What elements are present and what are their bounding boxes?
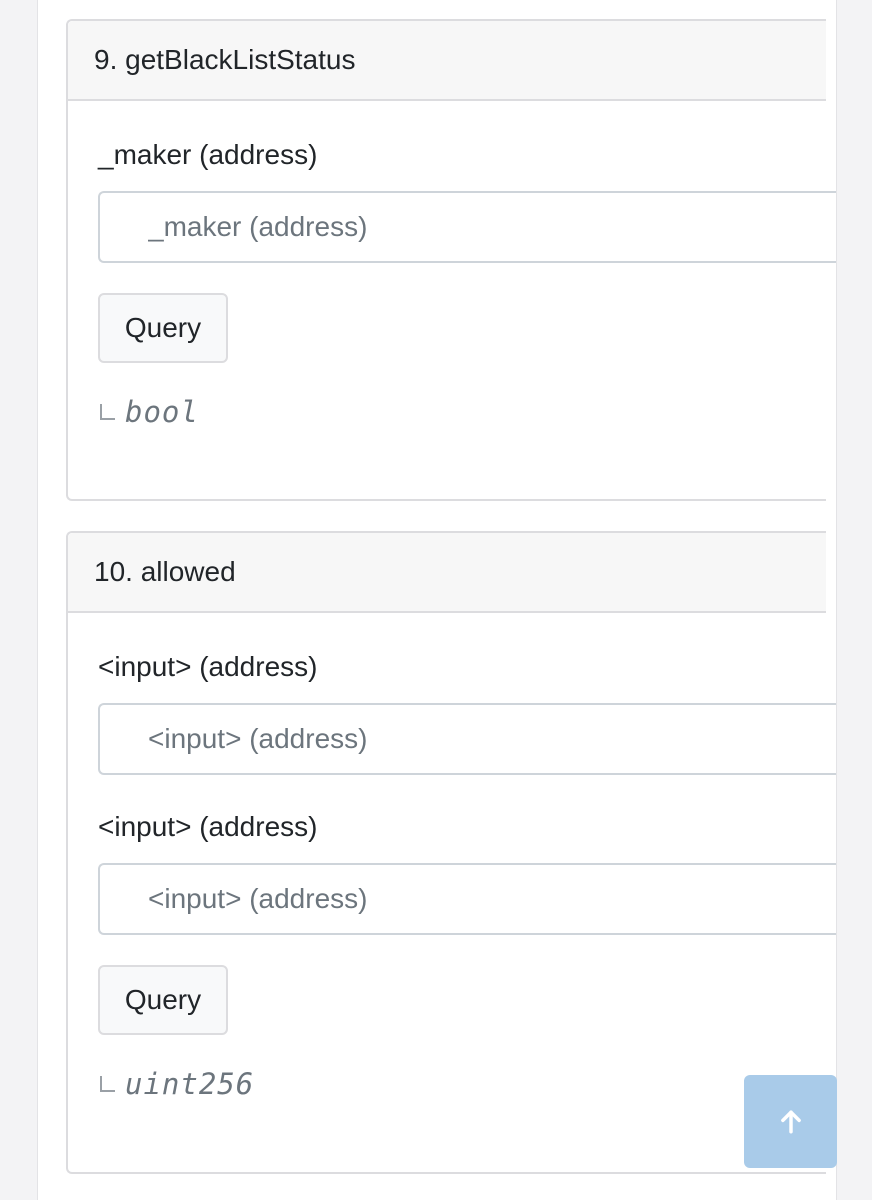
- scroll-to-top-button[interactable]: [744, 1075, 837, 1168]
- return-arrow-icon: [100, 404, 115, 420]
- function-title: 10. allowed: [68, 533, 826, 613]
- arrow-up-icon: [780, 1110, 801, 1133]
- function-card-allowed: 10. allowed <input> (address) <input> (a…: [66, 531, 836, 1174]
- spender-address-input[interactable]: [98, 863, 836, 935]
- result-output: bool: [98, 395, 826, 435]
- result-type: uint256: [125, 1067, 255, 1101]
- function-title: 9. getBlackListStatus: [68, 21, 826, 101]
- contract-read-panel: 9. getBlackListStatus _maker (address) Q…: [37, 0, 837, 1200]
- input-label: _maker (address): [98, 139, 318, 170]
- owner-address-input[interactable]: [98, 703, 836, 775]
- result-type: bool: [125, 395, 199, 429]
- function-body: _maker (address) Query bool: [68, 139, 836, 435]
- maker-address-input[interactable]: [98, 191, 836, 263]
- query-button[interactable]: Query: [98, 965, 228, 1035]
- query-button[interactable]: Query: [98, 293, 228, 363]
- input-label: <input> (address): [98, 651, 318, 682]
- return-arrow-icon: [100, 1076, 115, 1092]
- function-card-getblackliststatus: 9. getBlackListStatus _maker (address) Q…: [66, 19, 836, 501]
- result-output: uint256: [98, 1067, 826, 1107]
- function-body: <input> (address) <input> (address) Quer…: [68, 651, 836, 1107]
- input-label: <input> (address): [98, 811, 318, 842]
